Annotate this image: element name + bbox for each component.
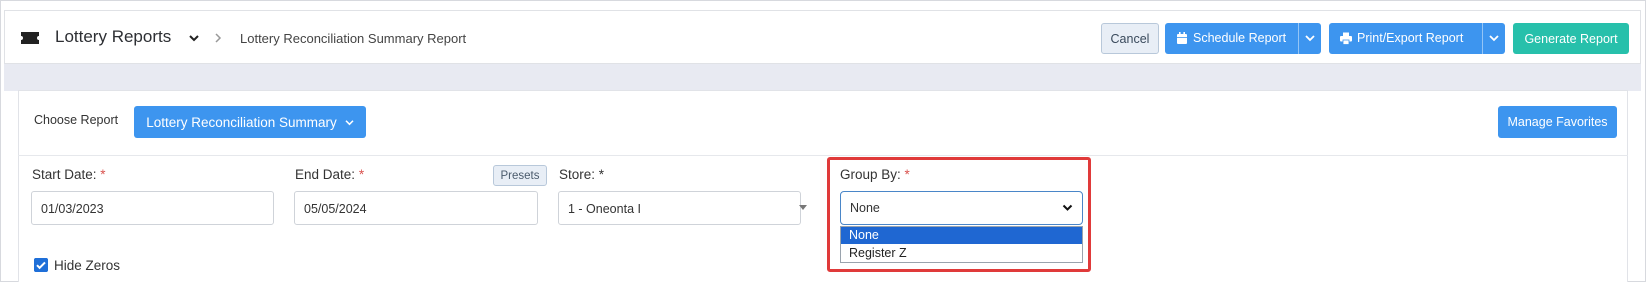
required-mark: * — [100, 167, 106, 182]
schedule-report-button[interactable]: Schedule Report — [1165, 23, 1321, 54]
start-date-label: Start Date: * — [32, 167, 106, 182]
chevron-down-icon[interactable] — [187, 31, 201, 45]
cancel-button-label: Cancel — [1110, 31, 1150, 46]
report-selector-button[interactable]: Lottery Reconciliation Summary — [134, 106, 366, 138]
selected-report-label: Lottery Reconciliation Summary — [146, 114, 337, 130]
panel-divider — [18, 155, 1628, 156]
split-divider — [1298, 23, 1299, 54]
end-date-input[interactable]: 05/05/2024 — [294, 191, 538, 225]
split-divider — [1482, 23, 1483, 54]
ticket-icon — [21, 32, 39, 44]
end-date-label-text: End Date: — [295, 167, 356, 182]
required-mark: * — [358, 167, 365, 182]
chevron-down-icon — [345, 119, 354, 125]
chevron-down-icon[interactable] — [1305, 34, 1315, 42]
dropdown-option[interactable]: None — [841, 227, 1082, 244]
manage-favorites-label: Manage Favorites — [1507, 115, 1608, 129]
start-date-input[interactable]: 01/03/2023 — [31, 191, 274, 225]
generate-report-label: Generate Report — [1524, 31, 1618, 46]
breadcrumb: Lottery Reconciliation Summary Report — [240, 31, 467, 46]
store-label: Store: * — [559, 167, 605, 182]
group-by-select[interactable]: None — [840, 191, 1083, 225]
chevron-down-icon — [1062, 204, 1073, 211]
hide-zeros-checkbox[interactable] — [34, 258, 48, 272]
start-date-label-text: Start Date: — [32, 167, 97, 182]
store-select[interactable]: 1 - Oneonta I — [558, 191, 801, 225]
print-export-label: Print/Export Report — [1357, 31, 1464, 45]
cancel-button[interactable]: Cancel — [1101, 23, 1159, 54]
required-mark: * — [904, 167, 910, 182]
group-by-dropdown: None Register Z — [840, 226, 1083, 263]
presets-button[interactable]: Presets — [493, 165, 547, 186]
schedule-report-label: Schedule Report — [1193, 31, 1287, 45]
printer-icon — [1340, 32, 1352, 45]
calendar-icon — [1177, 32, 1187, 44]
caret-down-icon — [799, 205, 807, 210]
app-title[interactable]: Lottery Reports — [55, 27, 171, 47]
choose-report-label: Choose Report — [34, 113, 119, 127]
group-by-label: Group By: * — [840, 167, 910, 182]
group-by-label-text: Group By: — [840, 167, 901, 182]
chevron-down-icon[interactable] — [1489, 34, 1499, 42]
generate-report-button[interactable]: Generate Report — [1513, 23, 1629, 54]
hide-zeros-label: Hide Zeros — [54, 258, 121, 273]
end-date-label: End Date: * — [295, 167, 364, 182]
print-export-button[interactable]: Print/Export Report — [1329, 23, 1505, 54]
chevron-right-icon — [215, 33, 222, 43]
dropdown-option[interactable]: Register Z — [841, 245, 1082, 262]
manage-favorites-button[interactable]: Manage Favorites — [1498, 106, 1617, 138]
toolbar-spacer — [4, 64, 1641, 91]
